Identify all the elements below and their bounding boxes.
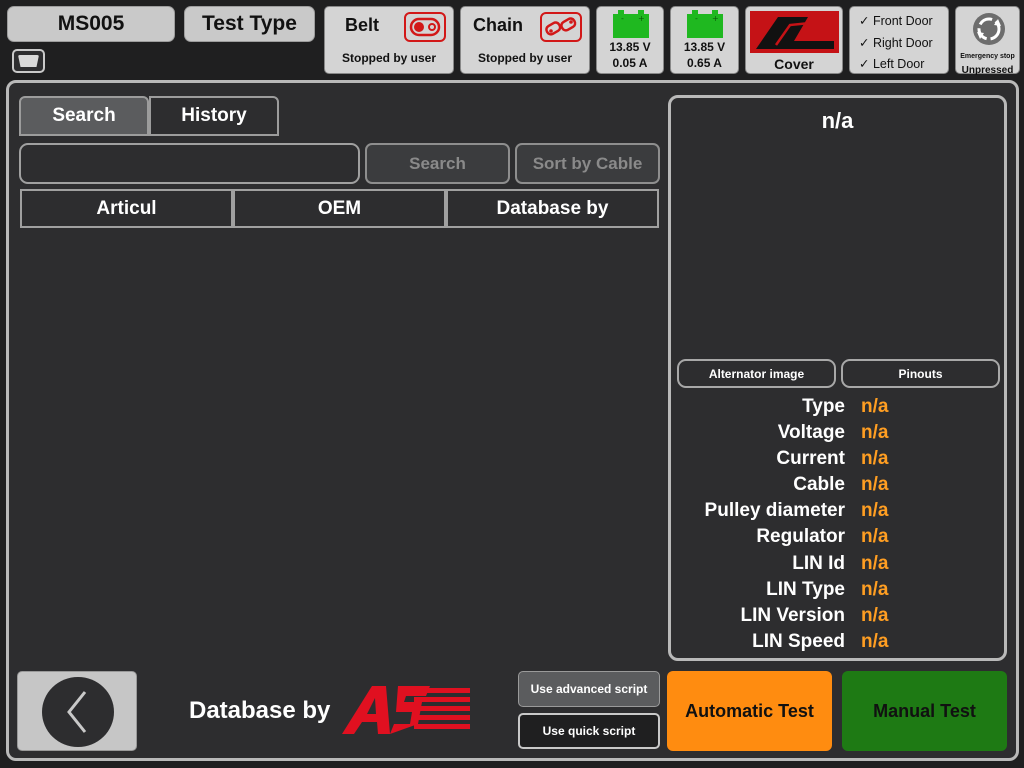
doors-panel: ✓ Front Door ✓ Right Door ✓ Left Door [849, 6, 949, 74]
emergency-stop-status: Unpressed [961, 65, 1014, 76]
chain-status: Stopped by user [477, 51, 572, 65]
property-pulley-diameter: Pulley diameter n/a [704, 500, 889, 521]
keyboard-icon[interactable] [12, 49, 45, 73]
test-type-button[interactable]: Test Type [184, 6, 315, 42]
svg-text:-: - [695, 14, 698, 23]
search-input[interactable] [19, 143, 360, 184]
manual-test-button[interactable]: Manual Test [842, 671, 1007, 751]
details-panel: n/a Alternator image Pinouts Type n/a Vol… [668, 95, 1007, 661]
results-table-body[interactable] [20, 230, 660, 660]
battery-icon: - + [613, 10, 649, 38]
battery-2-current: 0.65 A [687, 56, 722, 70]
automatic-test-button[interactable]: Automatic Test [667, 671, 832, 751]
cover-panel: Cover [745, 6, 843, 74]
property-voltage: Voltage n/a [777, 422, 889, 443]
battery-2-voltage: 13.85 V [683, 40, 726, 54]
pinouts-button[interactable]: Pinouts [841, 359, 1000, 388]
tab-history[interactable]: History [149, 96, 279, 136]
belt-panel[interactable]: Belt Stopped by user [324, 6, 454, 74]
column-header-oem[interactable]: OEM [233, 189, 446, 228]
emergency-stop-label: Emergency stop [960, 53, 1015, 60]
column-header-database-by[interactable]: Database by [446, 189, 659, 228]
door-left-status: ✓ Left Door [859, 57, 925, 71]
battery-1-voltage: 13.85 V [609, 40, 651, 54]
sort-by-cable-button[interactable]: Sort by Cable [515, 143, 660, 184]
property-type: Type n/a [802, 396, 889, 417]
emergency-stop-panel: Emergency stop Unpressed [955, 6, 1020, 76]
cover-open-icon [750, 11, 839, 53]
alternator-image-button[interactable]: Alternator image [677, 359, 836, 388]
station-id-label: MS005 [7, 6, 175, 42]
property-current: Current n/a [776, 448, 889, 469]
battery-1-current: 0.05 A [612, 56, 648, 70]
property-lin-speed: LIN Speed n/a [752, 631, 889, 652]
details-title: n/a [821, 108, 854, 133]
cover-label: Cover [774, 56, 814, 72]
tab-search[interactable]: Search [19, 96, 149, 136]
property-lin-id: LIN Id n/a [792, 553, 889, 574]
svg-text:+: + [712, 14, 719, 23]
chain-title: Chain [473, 15, 524, 35]
property-lin-version: LIN Version n/a [740, 605, 889, 626]
back-button[interactable] [17, 671, 137, 751]
database-by-label: Database by [189, 697, 331, 724]
search-button[interactable]: Search [365, 143, 510, 184]
battery-icon: - + [687, 10, 723, 38]
belt-pulley-icon [404, 12, 446, 42]
battery-panel-1: - + 13.85 V 0.05 A [596, 6, 664, 74]
emergency-stop-icon [973, 13, 1005, 45]
use-quick-script-button[interactable]: Use quick script [518, 713, 660, 749]
use-advanced-script-button[interactable]: Use advanced script [518, 671, 660, 707]
door-right-status: ✓ Right Door [859, 35, 933, 50]
svg-text:+: + [638, 14, 645, 23]
door-front-status: ✓ Front Door [859, 14, 933, 28]
chain-panel[interactable]: Chain Stopped by user [460, 6, 590, 74]
battery-panel-2: - + 13.85 V 0.65 A [670, 6, 739, 74]
belt-title: Belt [345, 15, 380, 35]
property-regulator: Regulator n/a [756, 526, 889, 547]
column-header-articul[interactable]: Articul [20, 189, 233, 228]
property-cable: Cable n/a [793, 474, 889, 495]
alternator-image-area [679, 143, 999, 348]
chevron-left-icon [42, 677, 114, 747]
belt-status: Stopped by user [341, 51, 436, 65]
svg-text:-: - [621, 14, 624, 23]
as-logo [342, 686, 470, 734]
property-lin-type: LIN Type n/a [766, 579, 889, 600]
chain-icon [540, 12, 582, 42]
